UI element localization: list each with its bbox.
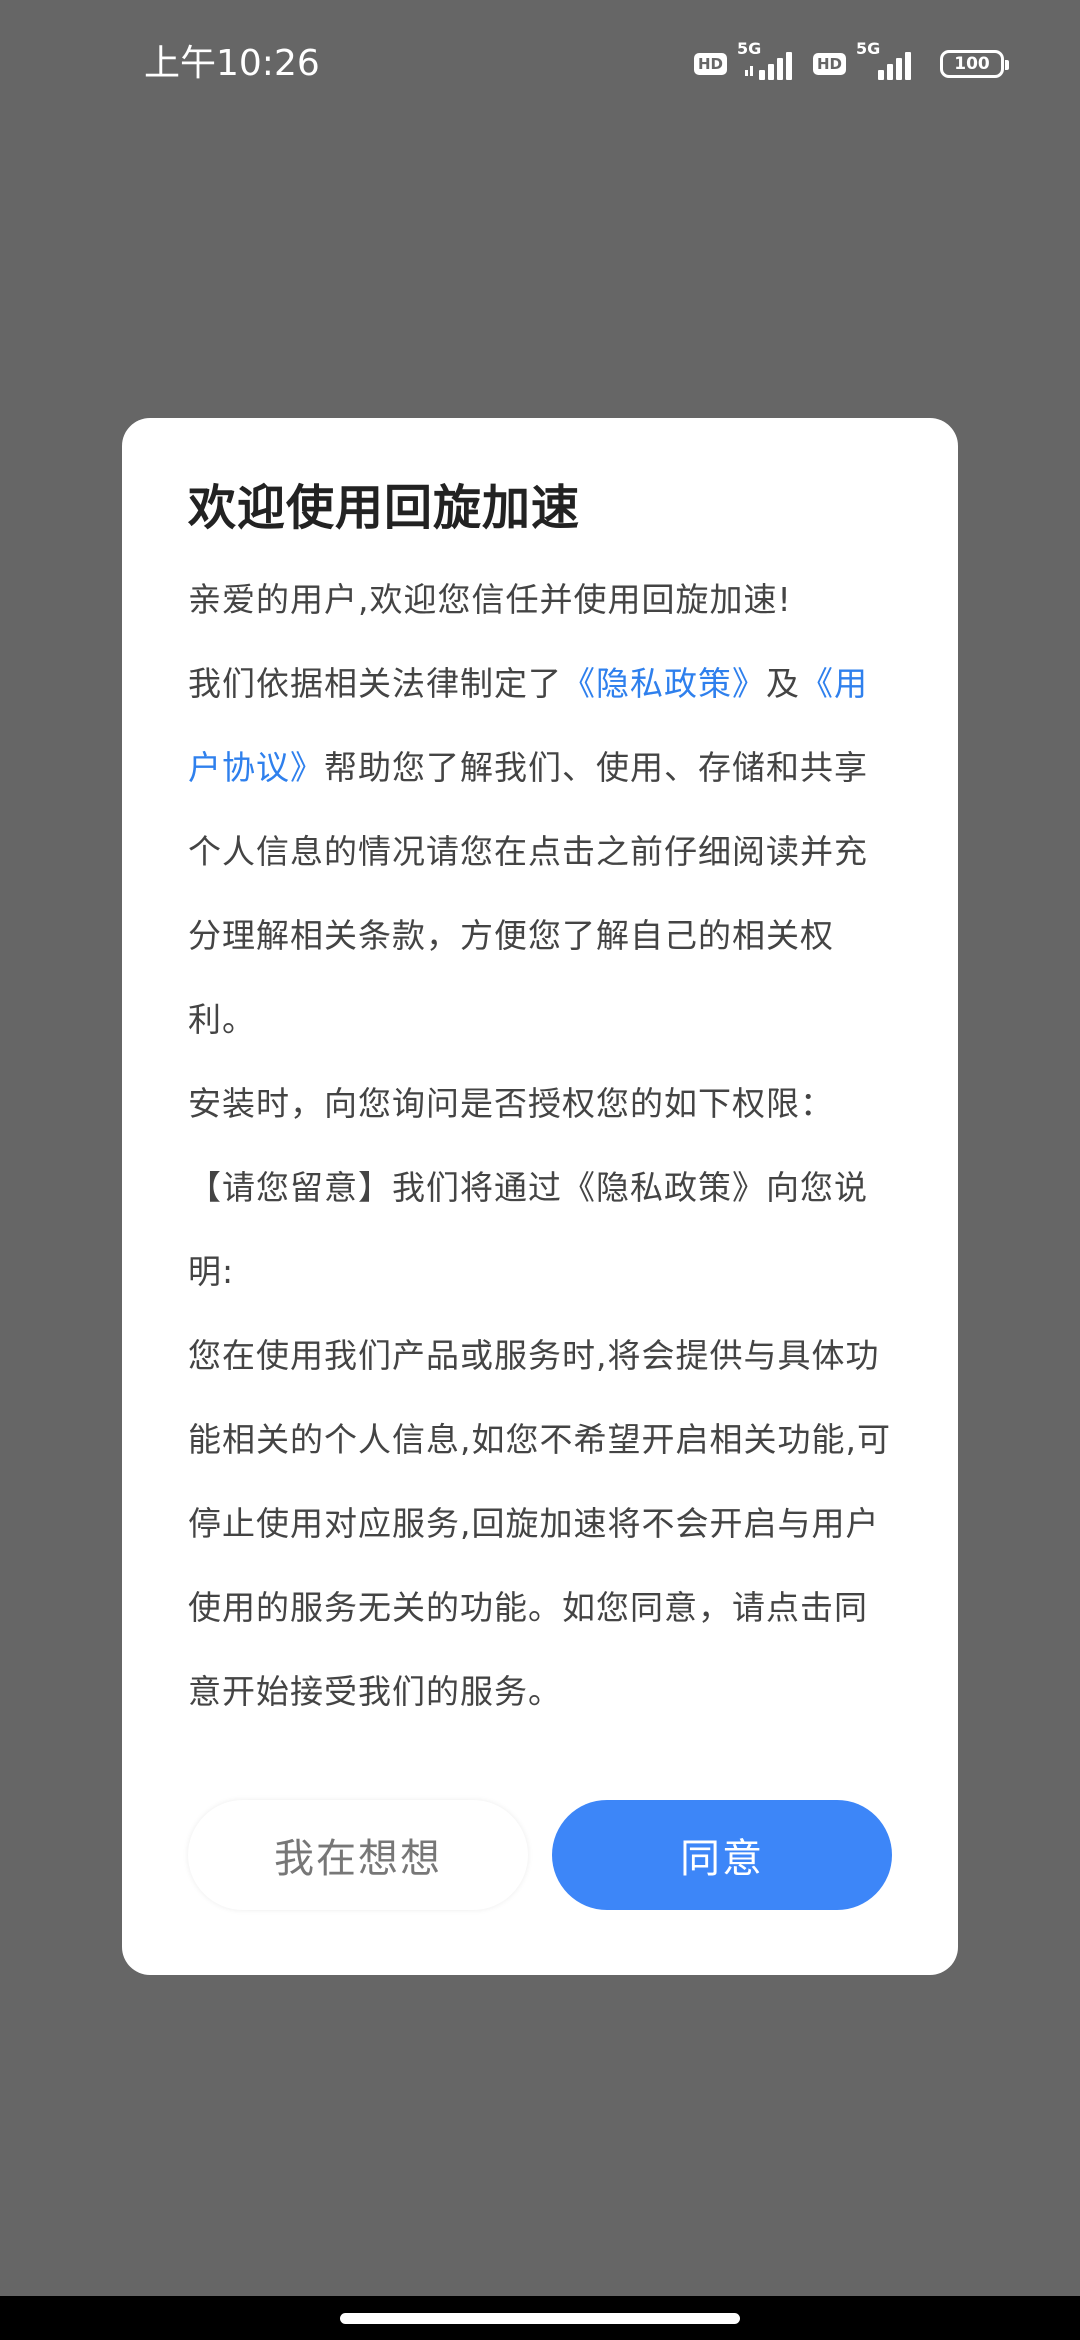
policy-text-suffix: 帮助您了解我们、使用、存储和共享个人信息的情况请您在点击之前仔细阅读并充分理解相… bbox=[188, 748, 868, 1039]
greeting-text: 亲爱的用户,欢迎您信任并使用回旋加速! bbox=[188, 580, 792, 619]
policy-paragraph: 我们依据相关法律制定了《隐私政策》及《用户协议》帮助您了解我们、使用、存储和共享… bbox=[188, 642, 892, 1062]
hd-icon: HD bbox=[812, 53, 846, 75]
privacy-dialog: 欢迎使用回旋加速 亲爱的用户,欢迎您信任并使用回旋加速! 我们依据相关法律制定了… bbox=[122, 418, 958, 1975]
usage-paragraph: 您在使用我们产品或服务时,将会提供与具体功能相关的个人信息,如您不希望开启相关功… bbox=[188, 1336, 891, 1711]
decline-button[interactable]: 我在想想 bbox=[188, 1800, 528, 1910]
battery-level: 100 bbox=[954, 54, 990, 74]
hd-icon: HD bbox=[693, 53, 727, 75]
signal-icon: 5G bbox=[856, 40, 922, 84]
permission-paragraph: 安装时，向您询问是否授权您的如下权限： bbox=[188, 1084, 834, 1123]
status-bar: 上午10:26 HD 5G HD 5G 100 bbox=[0, 0, 1080, 130]
notice-paragraph: 【请您留意】我们将通过《隐私政策》向您说明: bbox=[188, 1168, 868, 1291]
privacy-policy-link[interactable]: 《隐私政策》 bbox=[562, 664, 766, 703]
dialog-body: 亲爱的用户,欢迎您信任并使用回旋加速! 我们依据相关法律制定了《隐私政策》及《用… bbox=[188, 576, 892, 1734]
policy-text-prefix: 我们依据相关法律制定了 bbox=[188, 664, 562, 703]
agree-button[interactable]: 同意 bbox=[552, 1800, 892, 1910]
policy-text-and: 及 bbox=[766, 664, 800, 703]
status-icons: HD 5G HD 5G 100 bbox=[693, 40, 1009, 84]
signal-icon: 5G bbox=[737, 40, 803, 84]
dialog-buttons: 我在想想 同意 bbox=[188, 1800, 892, 1910]
dialog-title: 欢迎使用回旋加速 bbox=[188, 480, 581, 536]
status-time: 上午10:26 bbox=[144, 43, 320, 84]
home-indicator[interactable] bbox=[340, 2313, 740, 2324]
battery-icon: 100 bbox=[940, 50, 1009, 78]
